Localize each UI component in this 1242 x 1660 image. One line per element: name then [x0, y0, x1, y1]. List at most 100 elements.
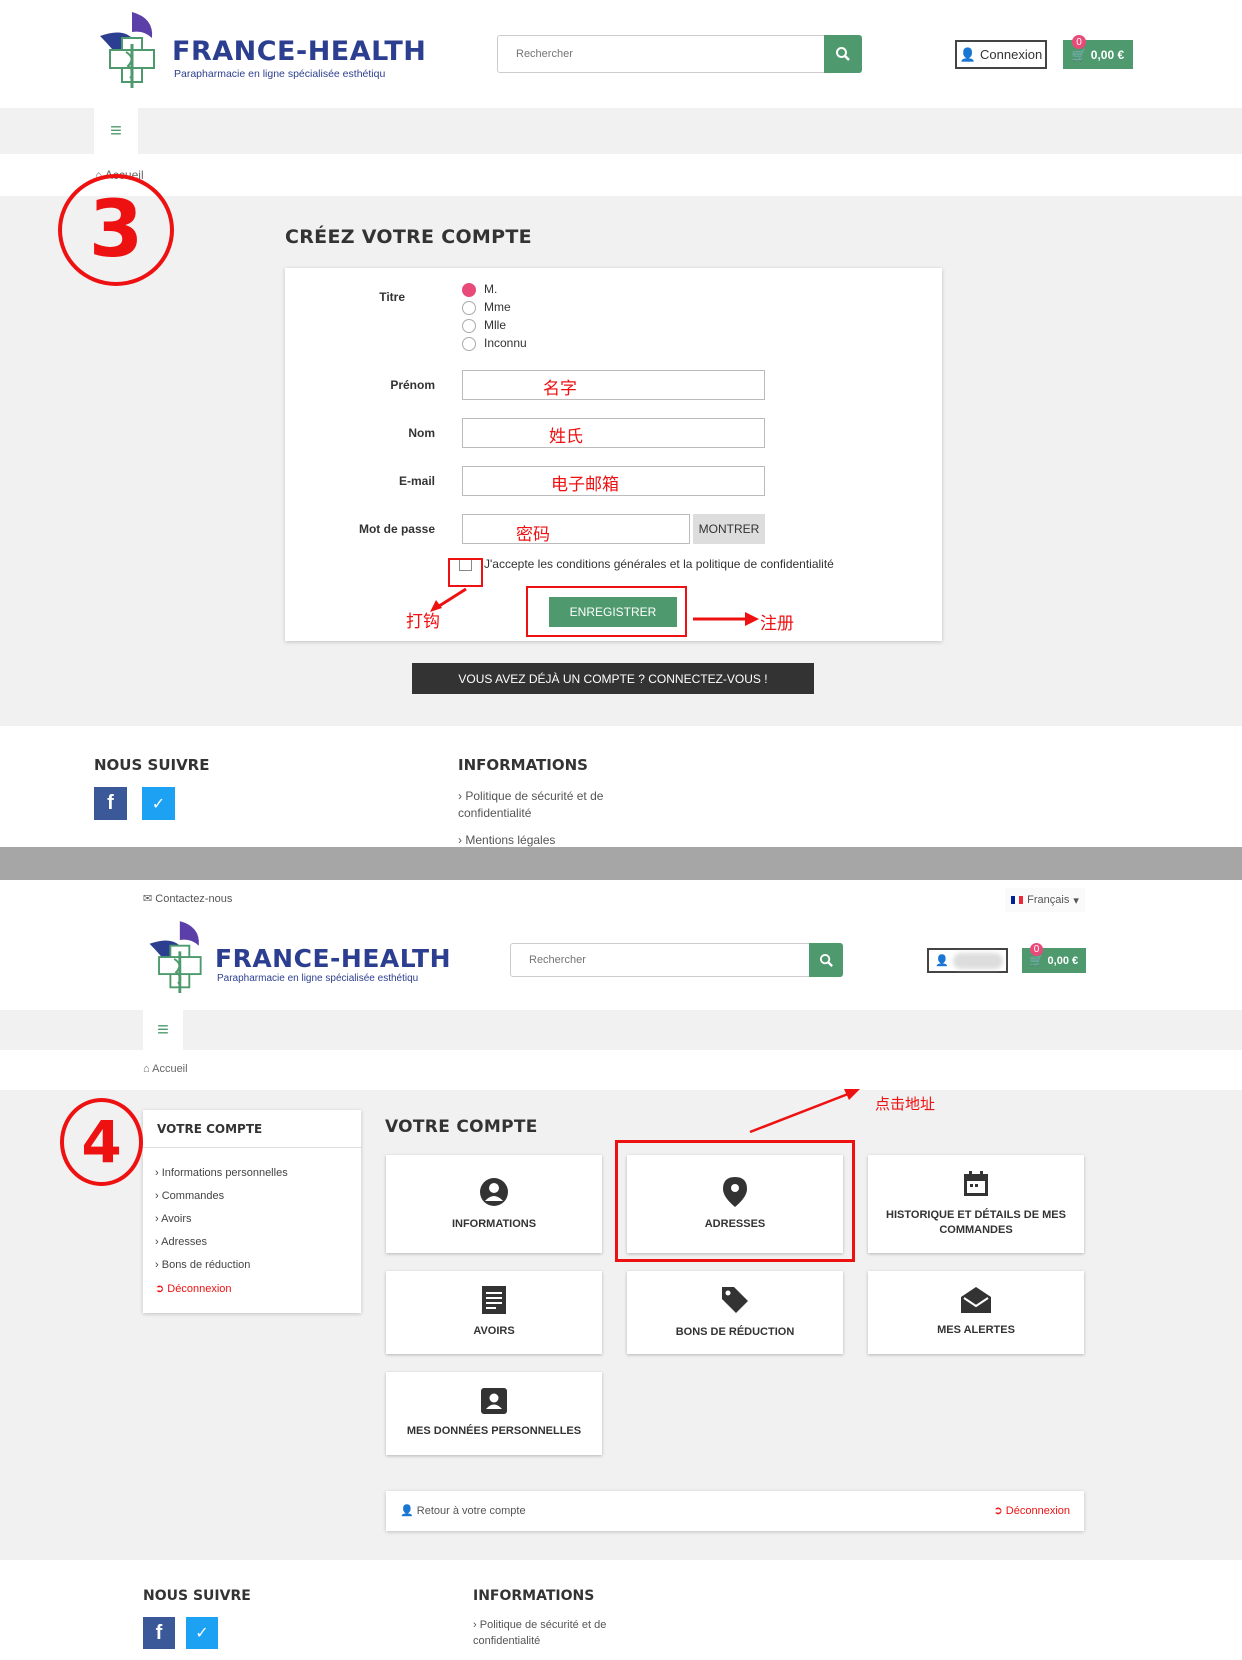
calendar-icon — [964, 1171, 988, 1196]
back-to-account-link[interactable]: 👤 Retour à votre compte — [400, 1504, 526, 1517]
tile-historique[interactable]: HISTORIQUE ET DÉTAILS DE MES COMMANDES — [868, 1155, 1084, 1253]
tile-avoirs[interactable]: AVOIRS — [386, 1271, 602, 1354]
user-icon: 👤 — [935, 955, 949, 967]
twitter-icon[interactable]: ✓ — [186, 1617, 218, 1649]
radio-m-label: M. — [484, 282, 498, 296]
screenshot-separator — [0, 847, 1242, 880]
tile-label: MES ALERTES — [937, 1324, 1015, 1336]
arrow-icon — [693, 612, 759, 626]
login-cta-button[interactable]: VOUS AVEZ DÉJÀ UN COMPTE ? CONNECTEZ-VOU… — [412, 663, 814, 694]
step-4-marker: 4 — [60, 1098, 143, 1186]
search-input[interactable] — [498, 36, 823, 72]
cart-total: 0,00 € — [1047, 954, 1079, 967]
sidebar-item-avoirs[interactable]: › Avoirs — [155, 1213, 192, 1225]
nom-field[interactable]: 姓氏 — [462, 418, 765, 448]
footer-follow-title: NOUS SUIVRE — [143, 1588, 251, 1604]
connexion-button[interactable]: 👤 Connexion — [955, 40, 1047, 69]
facebook-icon[interactable]: f — [94, 787, 127, 820]
register-highlight — [526, 586, 687, 637]
menu-icon[interactable]: ≡ — [94, 108, 138, 154]
envelope-open-icon — [961, 1287, 991, 1313]
facebook-icon[interactable]: f — [143, 1617, 175, 1649]
prenom-field[interactable]: 名字 — [462, 370, 765, 400]
address-annotation: 点击地址 — [875, 1096, 936, 1113]
tile-informations[interactable]: INFORMATIONS — [386, 1155, 602, 1253]
breadcrumb: ⌂ Accueil — [143, 1063, 188, 1075]
register-annotation: 注册 — [760, 614, 794, 633]
nav-band — [0, 1010, 1242, 1050]
mail-icon: ✉ — [143, 893, 153, 905]
search-bar — [510, 943, 843, 977]
twitter-icon[interactable]: ✓ — [142, 787, 175, 820]
tile-donnees[interactable]: MES DONNÉES PERSONNELLES — [386, 1372, 602, 1455]
brand-tagline: Parapharmacie en ligne spécialisée esthé… — [217, 973, 419, 984]
email-field[interactable]: 电子邮箱 — [462, 466, 765, 496]
cart-total: 0,00 € — [1090, 47, 1125, 62]
radio-m[interactable] — [462, 283, 476, 297]
radio-mme-label: Mme — [484, 300, 511, 314]
logout-icon: ➲ — [155, 1283, 165, 1295]
tile-label: INFORMATIONS — [451, 1217, 537, 1230]
brand-name: FRANCE-HEALTH — [172, 36, 427, 67]
logout-link[interactable]: ➲ Déconnexion — [994, 1504, 1071, 1517]
radio-mme[interactable] — [462, 301, 476, 315]
prenom-annotation: 名字 — [543, 379, 577, 398]
search-icon — [819, 953, 833, 967]
language-select[interactable]: Français ▾ — [1005, 888, 1085, 912]
show-password-button[interactable]: MONTRER — [693, 514, 765, 544]
search-input[interactable] — [511, 944, 807, 976]
sidebar-item-bons[interactable]: › Bons de réduction — [155, 1259, 250, 1271]
radio-inconnu[interactable] — [462, 337, 476, 351]
sidebar-title: VOTRE COMPTE — [157, 1122, 263, 1136]
adresses-highlight — [615, 1140, 855, 1262]
brand-logo-icon[interactable] — [92, 8, 166, 94]
basket-icon: 🛒 — [1071, 47, 1087, 62]
search-bar — [497, 35, 862, 73]
check-annotation: 打钩 — [406, 612, 440, 631]
tile-bons[interactable]: BONS DE RÉDUCTION — [627, 1271, 843, 1354]
tile-label: AVOIRS — [473, 1325, 515, 1337]
user-card-icon — [481, 1388, 507, 1414]
radio-mlle[interactable] — [462, 319, 476, 333]
footer-follow-title: NOUS SUIVRE — [94, 756, 210, 774]
arrow-icon — [749, 1089, 860, 1134]
sidebar-item-commandes[interactable]: › Commandes — [155, 1190, 224, 1202]
account-button[interactable]: 👤 — [927, 948, 1008, 973]
email-annotation: 电子邮箱 — [551, 475, 619, 494]
brand-name: FRANCE-HEALTH — [215, 944, 452, 973]
menu-icon[interactable]: ≡ — [143, 1010, 183, 1050]
radio-mlle-label: Mlle — [484, 318, 507, 332]
titre-label: Titre — [379, 290, 405, 304]
step-3-marker: 3 — [58, 174, 174, 286]
breadcrumb-home[interactable]: Accueil — [152, 1063, 187, 1075]
connexion-label: Connexion — [980, 47, 1043, 62]
search-button[interactable] — [809, 943, 843, 977]
sidebar-item-informations[interactable]: › Informations personnelles — [155, 1167, 288, 1179]
cart-count-badge: 0 — [1072, 35, 1086, 49]
home-icon: ⌂ — [143, 1063, 150, 1075]
blurred-username — [952, 952, 1003, 969]
nom-annotation: 姓氏 — [549, 427, 583, 446]
page-title: VOTRE COMPTE — [385, 1117, 538, 1137]
nom-label: Nom — [408, 426, 435, 440]
password-field[interactable]: 密码 — [462, 514, 690, 544]
contact-link[interactable]: ✉ Contactez-nous — [143, 892, 232, 905]
prenom-label: Prénom — [390, 378, 435, 392]
user-icon: 👤 — [400, 1505, 414, 1517]
brand-tagline: Parapharmacie en ligne spécialisée esthé… — [174, 68, 386, 80]
terms-text: J'accepte les conditions générales et la… — [484, 557, 834, 571]
footer-info-title: INFORMATIONS — [458, 756, 588, 774]
sidebar-item-adresses[interactable]: › Adresses — [155, 1236, 207, 1248]
brand-logo-icon[interactable] — [142, 917, 212, 999]
footer-link[interactable]: › Politique de sécurité et de confidenti… — [458, 788, 628, 822]
tile-alertes[interactable]: MES ALERTES — [868, 1271, 1084, 1354]
receipt-icon — [482, 1286, 506, 1314]
password-label: Mot de passe — [358, 522, 435, 536]
search-button[interactable] — [824, 35, 862, 73]
radio-inconnu-label: Inconnu — [484, 336, 527, 350]
user-circle-icon — [480, 1177, 508, 1206]
tile-label: MES DONNÉES PERSONNELLES — [406, 1425, 582, 1437]
sidebar-item-deconnexion[interactable]: ➲ Déconnexion — [155, 1282, 232, 1295]
tile-label: HISTORIQUE ET DÉTAILS DE MES COMMANDES — [886, 1209, 1066, 1236]
footer-link[interactable]: › Politique de sécurité et de confidenti… — [473, 1617, 633, 1649]
